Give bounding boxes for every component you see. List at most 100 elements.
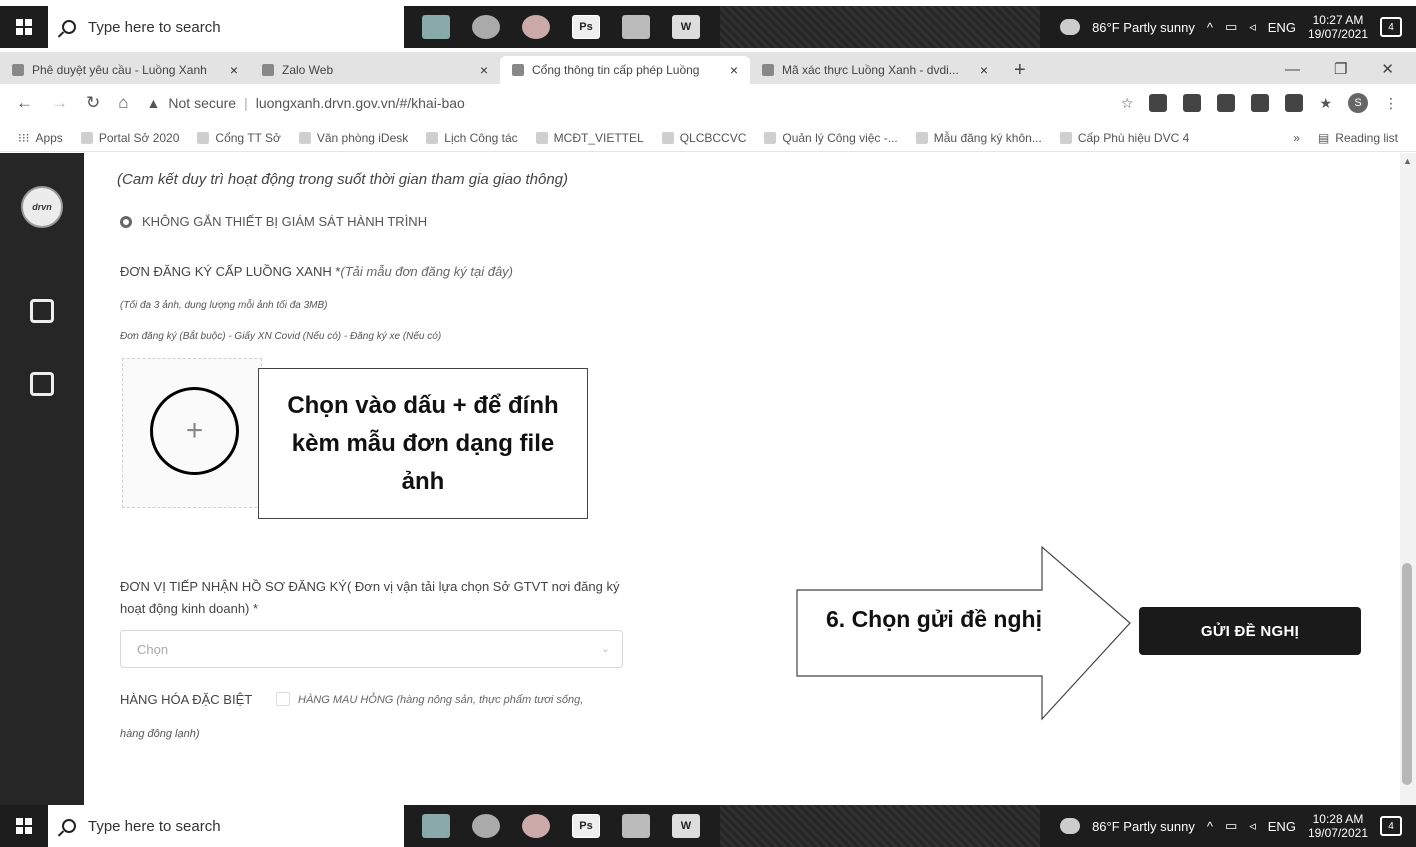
receiving-unit-select[interactable]: Chọn ⌄ <box>120 630 623 668</box>
network-icon[interactable]: ▭ <box>1225 19 1237 35</box>
upload-plus-button[interactable]: + <box>150 387 239 475</box>
weather-text[interactable]: 86°F Partly sunny <box>1092 20 1195 35</box>
logo-text: drvn <box>32 202 52 212</box>
tray-chevron-icon[interactable]: ^ <box>1207 20 1213 35</box>
minimize-icon[interactable]: — <box>1285 56 1300 84</box>
file-explorer-icon[interactable] <box>422 15 450 39</box>
tab-close-icon[interactable]: × <box>730 62 738 78</box>
firefox-icon[interactable] <box>522 814 550 838</box>
scroll-up-icon[interactable]: ▲ <box>1403 156 1412 166</box>
volume-icon[interactable]: ◃ <box>1249 19 1256 35</box>
word-icon[interactable]: W <box>672 814 700 838</box>
volume-icon[interactable]: ◃ <box>1249 818 1256 834</box>
language-indicator[interactable]: ENG <box>1268 819 1296 834</box>
bookmark-label: QLCBCCVC <box>679 130 747 145</box>
tab-close-icon[interactable]: × <box>480 62 488 78</box>
select-placeholder: Chọn <box>137 641 169 657</box>
bookmark-item[interactable]: Quản lý Công việc -... <box>764 131 898 145</box>
url-field[interactable]: ▲ Not secure | luongxanh.drvn.gov.vn/#/k… <box>147 95 465 111</box>
close-window-icon[interactable]: ✕ <box>1381 56 1394 84</box>
photoshop-icon[interactable]: Ps <box>572 814 600 838</box>
url-text: luongxanh.drvn.gov.vn/#/khai-bao <box>255 95 465 111</box>
tab-zalo[interactable]: Zalo Web × <box>250 56 500 84</box>
tab-label: Zalo Web <box>282 63 334 77</box>
firefox-icon[interactable] <box>522 15 550 39</box>
weather-icon <box>1060 818 1081 834</box>
clock[interactable]: 10:27 AM 19/07/2021 <box>1308 13 1368 41</box>
warning-icon[interactable]: ▲ <box>147 95 161 111</box>
bookmark-item[interactable]: Mẫu đăng ký khôn... <box>915 131 1042 145</box>
bookmarks-more-icon[interactable]: » <box>1293 131 1300 145</box>
perishable-goods-option-cont: hàng đông lạnh) <box>120 728 200 740</box>
photos-icon[interactable] <box>622 814 650 838</box>
network-icon[interactable]: ▭ <box>1225 818 1237 834</box>
extensions-puzzle-icon[interactable]: ★ <box>1319 95 1332 112</box>
bookmark-item[interactable]: Portal Sở 2020 <box>80 131 179 145</box>
scrollbar-thumb[interactable] <box>1402 563 1412 785</box>
weather-text[interactable]: 86°F Partly sunny <box>1092 819 1195 834</box>
restore-icon[interactable]: ❐ <box>1334 56 1347 84</box>
bookmark-item[interactable]: Lịch Công tác <box>426 131 518 145</box>
tab-favicon-icon <box>12 64 24 76</box>
extension-icon[interactable] <box>1251 94 1270 112</box>
upload-types-note: Đơn đăng ký (Bắt buộc) - Giấy XN Covid (… <box>120 331 442 342</box>
chrome-icon[interactable] <box>472 15 500 39</box>
home-icon[interactable]: ⌂ <box>118 93 128 113</box>
bookmark-star-icon[interactable]: ☆ <box>1121 95 1134 112</box>
bookmark-favicon-icon <box>298 131 311 144</box>
perishable-goods-option[interactable]: HÀNG MAU HỎNG (hàng nông sản, thực phẩm … <box>298 694 583 706</box>
photos-icon[interactable] <box>622 15 650 39</box>
arrow-annotation <box>796 545 1131 721</box>
language-indicator[interactable]: ENG <box>1268 20 1296 35</box>
notification-icon[interactable]: 4 <box>1380 17 1402 37</box>
menu-kebab-icon[interactable]: ⋮ <box>1384 95 1398 112</box>
taskbar-search[interactable]: Type here to search <box>48 6 404 48</box>
tab-close-icon[interactable]: × <box>230 62 238 78</box>
bookmark-item[interactable]: QLCBCCVC <box>661 130 747 145</box>
word-icon[interactable]: W <box>672 15 700 39</box>
taskbar-top: Type here to search Ps W 86°F Partly sun… <box>0 6 1416 48</box>
extension-icon[interactable] <box>1149 94 1168 112</box>
back-icon[interactable]: ← <box>16 93 33 113</box>
extension-icon[interactable] <box>1217 94 1236 112</box>
bookmark-apps[interactable]: ⁝⁝⁝ Apps <box>18 131 63 145</box>
tab-ma-xac-thuc[interactable]: Mã xác thực Luồng Xanh - dvdi... × <box>750 56 1000 84</box>
tab-label: Phê duyệt yêu cầu - Luồng Xanh <box>32 63 207 77</box>
tab-cong-thong-tin[interactable]: Cổng thông tin cấp phép Luồng × <box>500 56 750 84</box>
bookmark-item[interactable]: Cổng TT Sở <box>197 131 281 145</box>
bookmark-item[interactable]: Cấp Phù hiệu DVC 4 <box>1059 131 1189 145</box>
clock[interactable]: 10:28 AM 19/07/2021 <box>1308 812 1368 840</box>
start-button[interactable] <box>0 6 48 48</box>
extension-icon[interactable] <box>1285 94 1304 112</box>
bookmark-item[interactable]: MCĐT_VIETTEL <box>535 131 644 145</box>
bookmark-item[interactable]: Văn phòng iDesk <box>298 131 408 145</box>
download-template-link[interactable]: (Tải mẫu đơn đăng ký tại đây) <box>340 264 513 279</box>
bookmark-favicon-icon <box>80 131 93 144</box>
special-goods-label: HÀNG HÓA ĐẶC BIỆT <box>120 692 253 707</box>
extension-icon[interactable] <box>1183 94 1202 112</box>
gmail-icon <box>762 64 774 76</box>
forward-icon[interactable]: → <box>51 93 68 113</box>
new-tab-button[interactable]: + <box>1000 56 1040 84</box>
gps-radio-option[interactable]: KHÔNG GẮN THIẾT BỊ GIÁM SÁT HÀNH TRÌNH <box>120 214 427 229</box>
reload-icon[interactable]: ↻ <box>86 93 100 113</box>
reading-list[interactable]: ▤ Reading list <box>1318 131 1398 145</box>
submit-request-button[interactable]: GỬI ĐỀ NGHỊ <box>1139 607 1361 655</box>
plus-icon: + <box>185 414 204 447</box>
radio-button[interactable] <box>120 215 132 228</box>
taskbar-search[interactable]: Type here to search <box>48 805 404 847</box>
start-button[interactable] <box>0 805 48 847</box>
edit-document-icon[interactable] <box>30 372 54 396</box>
chrome-icon[interactable] <box>472 814 500 838</box>
drvn-logo[interactable]: drvn <box>21 186 63 228</box>
file-explorer-icon[interactable] <box>422 814 450 838</box>
tray-chevron-icon[interactable]: ^ <box>1207 819 1213 834</box>
profile-avatar[interactable]: S <box>1348 93 1368 113</box>
submit-instruction-text: 6. Chọn gửi đề nghị <box>826 606 1042 632</box>
tab-close-icon[interactable]: × <box>980 62 988 78</box>
notification-icon[interactable]: 4 <box>1380 816 1402 836</box>
photoshop-icon[interactable]: Ps <box>572 15 600 39</box>
perishable-goods-checkbox[interactable] <box>276 692 290 706</box>
profile-card-icon[interactable] <box>30 299 54 323</box>
tab-phe-duyet[interactable]: Phê duyệt yêu cầu - Luồng Xanh × <box>0 56 250 84</box>
